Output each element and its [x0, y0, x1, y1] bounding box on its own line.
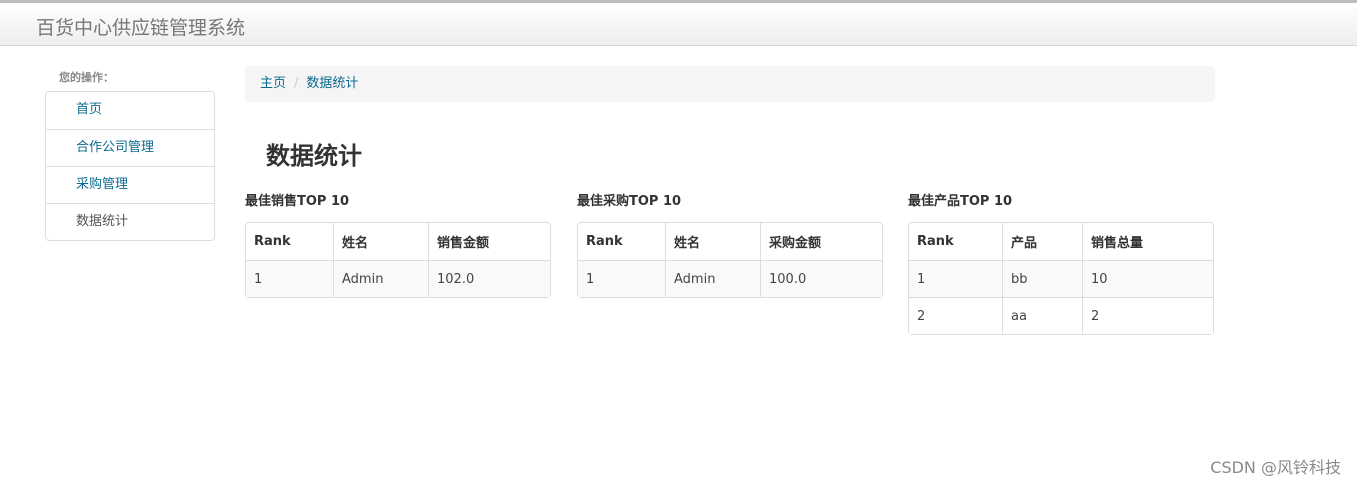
table-header-row: Rank 姓名 采购金额	[578, 223, 882, 260]
sidebar-menu: 首页 合作公司管理 采购管理 数据统计	[45, 91, 215, 241]
sidebar-item-purchase-management[interactable]: 采购管理	[46, 166, 214, 203]
breadcrumb-home-link[interactable]: 主页	[260, 76, 286, 91]
panel-top-products: 最佳产品TOP 10 Rank 产品 销售总量 1 bb 10 2 aa 2	[908, 194, 1214, 335]
sidebar-item-home[interactable]: 首页	[46, 92, 214, 129]
table-cell: Admin	[333, 260, 428, 297]
table-row: 2 aa 2	[909, 297, 1213, 334]
table-row: 1 Admin 100.0	[578, 260, 882, 297]
breadcrumb-current-link[interactable]: 数据统计	[306, 76, 358, 91]
column-header: 销售金额	[428, 223, 550, 260]
column-header: 销售总量	[1082, 223, 1213, 260]
table-cell: 1	[578, 260, 665, 297]
panel-title: 最佳采购TOP 10	[577, 194, 682, 209]
table-header-row: Rank 产品 销售总量	[909, 223, 1213, 260]
panel-top-purchases: 最佳采购TOP 10 Rank 姓名 采购金额 1 Admin 100.0	[577, 194, 883, 298]
top-products-table: Rank 产品 销售总量 1 bb 10 2 aa 2	[908, 222, 1214, 335]
column-header: 采购金额	[760, 223, 882, 260]
sidebar-caption: 您的操作：	[59, 71, 114, 84]
column-header: 产品	[1002, 223, 1082, 260]
top-sales-table: Rank 姓名 销售金额 1 Admin 102.0	[245, 222, 551, 298]
column-header: Rank	[917, 234, 954, 249]
column-header: 姓名	[665, 223, 760, 260]
panel-top-sales: 最佳销售TOP 10 Rank 姓名 销售金额 1 Admin 102.0	[245, 194, 551, 298]
table-cell: Admin	[665, 260, 760, 297]
watermark: CSDN @风铃科技	[1210, 458, 1341, 477]
app-brand[interactable]: 百货中心供应链管理系统	[36, 13, 245, 40]
table-cell: 10	[1082, 260, 1213, 297]
column-header: Rank	[254, 234, 291, 249]
top-navbar: 百货中心供应链管理系统	[0, 0, 1357, 46]
page-title: 数据统计	[266, 142, 362, 170]
table-cell: 2	[1082, 297, 1213, 334]
table-header-row: Rank 姓名 销售金额	[246, 223, 550, 260]
table-cell: 1	[909, 260, 1002, 297]
breadcrumb: 主页 / 数据统计	[245, 66, 1215, 102]
table-cell: aa	[1002, 297, 1082, 334]
top-purchases-table: Rank 姓名 采购金额 1 Admin 100.0	[577, 222, 883, 298]
panel-title: 最佳产品TOP 10	[908, 194, 1013, 209]
table-cell: 1	[246, 260, 333, 297]
column-header: 姓名	[333, 223, 428, 260]
table-cell: 2	[909, 297, 1002, 334]
sidebar-item-statistics[interactable]: 数据统计	[46, 203, 214, 240]
table-cell: bb	[1002, 260, 1082, 297]
sidebar: 您的操作： 首页 合作公司管理 采购管理 数据统计	[45, 70, 215, 241]
table-row: 1 Admin 102.0	[246, 260, 550, 297]
breadcrumb-separator: /	[294, 76, 299, 91]
panel-title: 最佳销售TOP 10	[245, 194, 350, 209]
column-header: Rank	[586, 234, 623, 249]
sidebar-item-partner-management[interactable]: 合作公司管理	[46, 129, 214, 166]
table-cell: 100.0	[760, 260, 882, 297]
table-row: 1 bb 10	[909, 260, 1213, 297]
table-cell: 102.0	[428, 260, 550, 297]
